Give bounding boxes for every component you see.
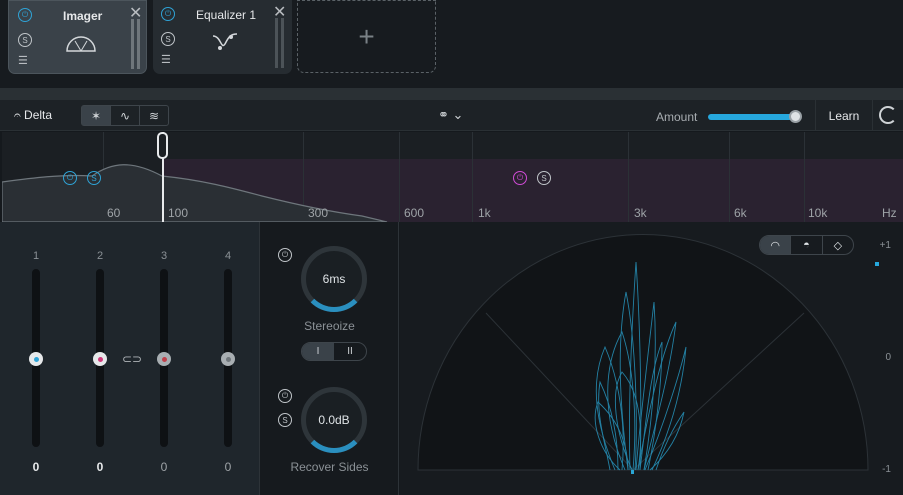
freq-label: 60 (107, 206, 121, 220)
imager-plugin: ⏻ S ☰ Imager ✕ ⏻ S ☰ Equalizer 1 ✕ + 𝄐 D… (0, 0, 903, 495)
correlation-mid-label: 0 (885, 352, 891, 363)
correlation-top-label: +1 (879, 240, 891, 251)
stereoize-value: 6ms (322, 272, 346, 286)
imager-icon (66, 36, 96, 52)
vectorscope-display (417, 234, 869, 474)
correlation-indicator (875, 262, 879, 266)
band-width-faders: 1 2 3 4 ⊂⊃ 0 0 0 0 (0, 222, 260, 495)
band-1-fader-thumb[interactable] (29, 352, 43, 366)
freq-label: 6k (734, 206, 747, 220)
chevron-down-icon: ⌄ (452, 107, 464, 122)
add-module-button[interactable]: + (297, 0, 436, 73)
toolbar: 𝄐 Delta ✶ ∿ ≋ ⚭ ⌄ Amount Learn (0, 100, 903, 131)
band-2-power-icon[interactable]: ⏻ (513, 171, 527, 185)
band-1-solo-button[interactable]: S (87, 171, 101, 185)
recover-value: 0.0dB (318, 413, 350, 427)
module-title: Imager (63, 9, 103, 23)
spectrum-view-icon[interactable]: ≋ (140, 106, 168, 125)
reset-icon[interactable] (879, 106, 897, 124)
fader-number: 4 (224, 250, 232, 262)
module-chain: ⏻ S ☰ Imager ✕ ⏻ S ☰ Equalizer 1 ✕ + (0, 0, 903, 88)
fader-number: 2 (96, 250, 104, 262)
module-title: Equalizer 1 (196, 8, 257, 22)
stereoize-mode-toggle: I II (301, 342, 367, 361)
amount-slider[interactable] (708, 114, 796, 120)
freq-label: Hz (882, 206, 897, 220)
fader-value: 0 (224, 460, 232, 474)
link-bands-icon[interactable]: ⊂⊃ (122, 352, 142, 366)
freq-label: 600 (404, 206, 425, 220)
waveform-view-icon[interactable]: ∿ (111, 106, 140, 125)
amount-slider-thumb[interactable] (789, 110, 802, 123)
freq-label: 100 (168, 206, 189, 220)
recover-sides-label: Recover Sides (290, 460, 369, 474)
stereoize-label: Stereoize (304, 319, 355, 333)
amount-label: Amount (656, 110, 698, 124)
recover-power-icon[interactable]: ⏻ (278, 389, 292, 403)
band-controls: ⏻ 6ms Stereoize I II ⏻ S 0.0dB Recover S… (260, 222, 399, 495)
divider (0, 88, 903, 100)
solo-button[interactable]: S (18, 33, 32, 47)
output-meter-left (131, 19, 134, 69)
fader-value: 0 (160, 460, 168, 474)
freq-label: 10k (808, 206, 828, 220)
fader-number: 1 (32, 250, 40, 262)
delta-label: Delta (24, 108, 53, 122)
crossover-spectrum[interactable]: ⏻ S ⏻ S 60 100 300 600 1k 3k 6k 10k Hz (2, 132, 903, 222)
delta-button[interactable]: 𝄐 Delta (14, 108, 52, 123)
eq-curve-icon (212, 33, 238, 50)
fader-value: 0 (96, 460, 104, 474)
band-4-fader-thumb[interactable] (221, 352, 235, 366)
freq-label: 3k (634, 206, 647, 220)
list-icon[interactable]: ☰ (18, 54, 28, 67)
stereoize-knob[interactable]: 6ms (301, 246, 367, 312)
vectorscope: ◠ ◓ ◇ +1 0 -1 (400, 222, 903, 495)
band-1-power-icon[interactable]: ⏻ (63, 171, 77, 185)
link-mode-dropdown[interactable]: ⚭ ⌄ (438, 107, 463, 123)
mode-i-button[interactable]: I (302, 343, 334, 360)
mode-ii-button[interactable]: II (334, 343, 366, 360)
ear-icon: 𝄐 (14, 108, 21, 122)
freq-label: 1k (478, 206, 491, 220)
module-equalizer[interactable]: ⏻ S ☰ Equalizer 1 ✕ (153, 0, 292, 74)
freq-label: 300 (308, 206, 329, 220)
output-meter-right (137, 19, 140, 69)
output-meter-right (281, 18, 284, 68)
band-2-fader-thumb[interactable] (93, 352, 107, 366)
crossover-handle[interactable] (157, 132, 168, 159)
list-icon[interactable]: ☰ (161, 53, 171, 66)
display-mode-group: ✶ ∿ ≋ (81, 105, 169, 126)
band-3-fader-thumb[interactable] (157, 352, 171, 366)
stereo-link-icon: ⚭ (438, 107, 449, 122)
stereoize-power-icon[interactable]: ⏻ (278, 248, 292, 262)
power-icon[interactable]: ⏻ (18, 8, 32, 22)
solo-button[interactable]: S (161, 32, 175, 46)
output-meter-left (275, 18, 278, 68)
learn-button[interactable]: Learn (815, 100, 873, 131)
band-2-solo-button[interactable]: S (537, 171, 551, 185)
recover-solo-button[interactable]: S (278, 413, 292, 427)
fader-value: 0 (32, 460, 40, 474)
module-imager[interactable]: ⏻ S ☰ Imager ✕ (8, 0, 147, 74)
starburst-view-icon[interactable]: ✶ (82, 106, 111, 125)
correlation-bottom-label: -1 (882, 464, 891, 475)
power-icon[interactable]: ⏻ (161, 7, 175, 21)
recover-sides-knob[interactable]: 0.0dB (301, 387, 367, 453)
fader-number: 3 (160, 250, 168, 262)
spectrum-curve (2, 164, 388, 222)
